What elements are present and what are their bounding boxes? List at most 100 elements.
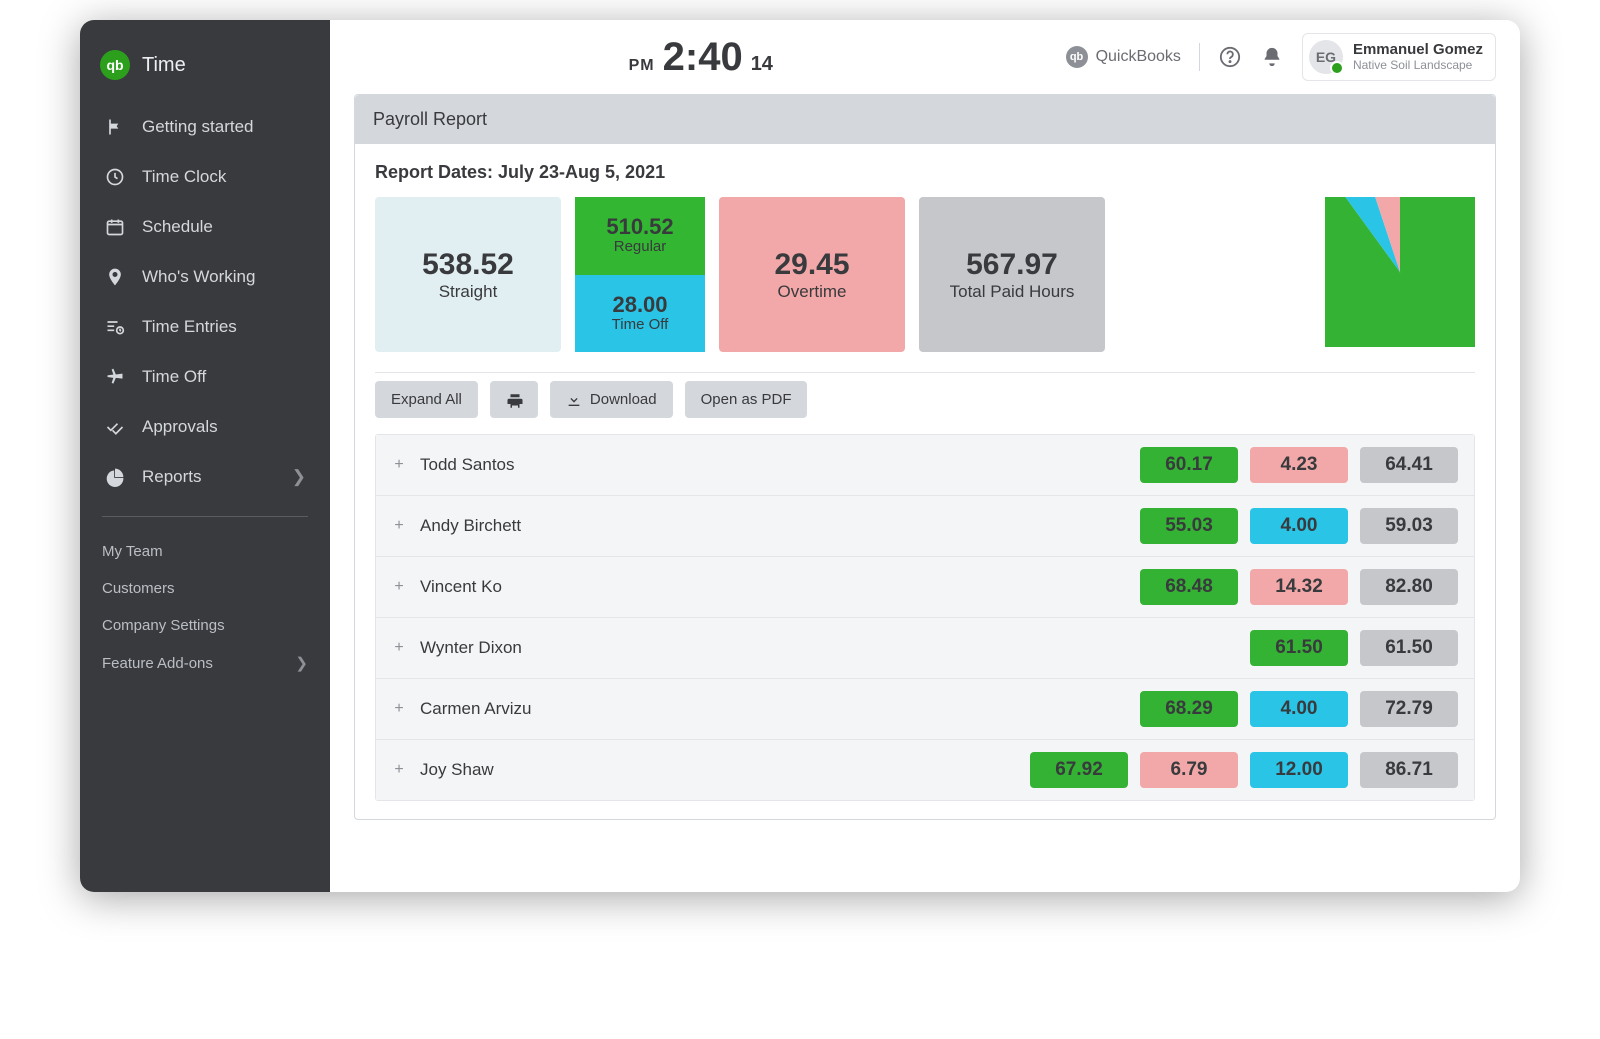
row-name: Joy Shaw xyxy=(420,760,494,780)
summary-pie xyxy=(1325,197,1475,352)
cell-regular: 68.29 xyxy=(1140,691,1238,727)
sidebar-sub-feature-add-ons[interactable]: Feature Add-ons❯ xyxy=(80,644,330,682)
sidebar-item-getting-started[interactable]: Getting started xyxy=(88,104,322,150)
clock-hhmm: 2:40 xyxy=(663,35,743,80)
timeoff-value: 28.00 xyxy=(612,294,667,316)
summary-row: 538.52 Straight 510.52 Regular 28.00 xyxy=(375,197,1475,352)
pie-icon xyxy=(104,466,126,488)
cell-timeoff: 12.00 xyxy=(1250,752,1348,788)
tile-timeoff: 28.00 Time Off xyxy=(575,275,705,353)
tile-total: 567.97 Total Paid Hours xyxy=(919,197,1105,352)
table-row: +Andy Birchett55.034.0059.03 xyxy=(376,495,1474,556)
row-name: Andy Birchett xyxy=(420,516,521,536)
topbar: PM 2:40 14 qb QuickBooks EG Emmanuel Gom… xyxy=(330,20,1520,94)
expand-row-icon[interactable]: + xyxy=(392,578,406,596)
sidebar-item-label: Time Off xyxy=(142,367,206,387)
user-chip[interactable]: EG Emmanuel Gomez Native Soil Landscape xyxy=(1302,33,1496,81)
brand-name: Time xyxy=(142,54,186,77)
content: Payroll Report Report Dates: July 23-Aug… xyxy=(330,94,1520,844)
sidebar-sub-company-settings[interactable]: Company Settings xyxy=(80,607,330,644)
tile-regular-timeoff: 510.52 Regular 28.00 Time Off xyxy=(575,197,705,352)
sidebar-item-time-clock[interactable]: Time Clock xyxy=(88,154,322,200)
pie-chart xyxy=(1325,197,1475,347)
regular-label: Regular xyxy=(614,238,667,255)
cell-total: 86.71 xyxy=(1360,752,1458,788)
notifications-icon[interactable] xyxy=(1260,45,1284,69)
table-row: +Joy Shaw67.926.7912.0086.71 xyxy=(376,739,1474,800)
sidebar-item-reports[interactable]: Reports❯ xyxy=(88,454,322,500)
row-cells: 68.4814.3282.80 xyxy=(1140,569,1458,605)
sidebar-item-label: Time Entries xyxy=(142,317,237,337)
avatar: EG xyxy=(1309,40,1343,74)
presence-dot xyxy=(1330,61,1344,75)
cell-timeoff: 4.00 xyxy=(1250,691,1348,727)
row-cells: 55.034.0059.03 xyxy=(1140,508,1458,544)
topbar-divider xyxy=(1199,43,1200,71)
checks-icon xyxy=(104,416,126,438)
cell-overtime: 4.23 xyxy=(1250,447,1348,483)
sidebar-item-approvals[interactable]: Approvals xyxy=(88,404,322,450)
sidebar-item-time-off[interactable]: Time Off xyxy=(88,354,322,400)
tile-overtime: 29.45 Overtime xyxy=(719,197,905,352)
quickbooks-link[interactable]: qb QuickBooks xyxy=(1066,46,1181,68)
cell-regular: 60.17 xyxy=(1140,447,1238,483)
cell-timeoff: 4.00 xyxy=(1250,508,1348,544)
table-row: +Todd Santos60.174.2364.41 xyxy=(376,435,1474,495)
row-cells: 61.5061.50 xyxy=(1250,630,1458,666)
list-clock-icon xyxy=(104,316,126,338)
report-toolbar: Expand All Download Open as PDF xyxy=(375,381,1475,418)
tile-regular: 510.52 Regular xyxy=(575,197,705,275)
sidebar-sub-label: Customers xyxy=(102,580,175,597)
expand-row-icon[interactable]: + xyxy=(392,761,406,779)
row-cells: 68.29 4.00 72.79 xyxy=(1140,691,1458,727)
clock-seconds: 14 xyxy=(751,53,773,76)
cell-regular: 68.48 xyxy=(1140,569,1238,605)
sidebar-sub-customers[interactable]: Customers xyxy=(80,570,330,607)
expand-row-icon[interactable]: + xyxy=(392,517,406,535)
expand-row-icon[interactable]: + xyxy=(392,639,406,657)
nav-secondary: My Team Customers Company Settings Feature … xyxy=(80,533,330,682)
divider xyxy=(375,372,1475,373)
sidebar-item-who-s-working[interactable]: Who's Working xyxy=(88,254,322,300)
sidebar-item-schedule[interactable]: Schedule xyxy=(88,204,322,250)
expand-row-icon[interactable]: + xyxy=(392,700,406,718)
sidebar-sub-label: Company Settings xyxy=(102,617,225,634)
help-icon[interactable] xyxy=(1218,45,1242,69)
brand: qb Time xyxy=(80,40,330,104)
sidebar-sub-my-team[interactable]: My Team xyxy=(80,533,330,570)
tile-straight: 538.52 Straight xyxy=(375,197,561,352)
row-name: Wynter Dixon xyxy=(420,638,522,658)
table-row: + Wynter Dixon 61.5061.50 xyxy=(376,617,1474,678)
calendar-icon xyxy=(104,216,126,238)
overtime-value: 29.45 xyxy=(774,248,849,282)
expand-all-button[interactable]: Expand All xyxy=(375,381,478,418)
main: PM 2:40 14 qb QuickBooks EG Emmanuel Gom… xyxy=(330,20,1520,892)
regular-value: 510.52 xyxy=(606,216,673,238)
timeoff-label: Time Off xyxy=(612,316,669,333)
cell-total: 61.50 xyxy=(1360,630,1458,666)
chevron-right-icon: ❯ xyxy=(295,654,308,672)
report-dates: Report Dates: July 23-Aug 5, 2021 xyxy=(375,162,1475,183)
print-button[interactable] xyxy=(490,381,538,418)
open-pdf-button[interactable]: Open as PDF xyxy=(685,381,808,418)
user-org: Native Soil Landscape xyxy=(1353,59,1483,73)
sidebar-item-time-entries[interactable]: Time Entries xyxy=(88,304,322,350)
download-button[interactable]: Download xyxy=(550,381,673,418)
quickbooks-icon: qb xyxy=(1066,46,1088,68)
total-value: 567.97 xyxy=(966,248,1058,282)
nav-main: Getting startedTime Clock Schedule Who's W… xyxy=(80,104,330,500)
user-meta: Emmanuel Gomez Native Soil Landscape xyxy=(1353,41,1483,72)
row-cells: 67.926.7912.0086.71 xyxy=(1030,752,1458,788)
summary-tiles: 538.52 Straight 510.52 Regular 28.00 xyxy=(375,197,1105,352)
table-row: +Vincent Ko68.4814.3282.80 xyxy=(376,556,1474,617)
plane-icon xyxy=(104,366,126,388)
expand-row-icon[interactable]: + xyxy=(392,456,406,474)
cell-total: 72.79 xyxy=(1360,691,1458,727)
cell-overtime: 14.32 xyxy=(1250,569,1348,605)
cell-regular: 55.03 xyxy=(1140,508,1238,544)
sidebar-item-label: Schedule xyxy=(142,217,213,237)
print-icon xyxy=(506,392,522,408)
clock-ampm: PM xyxy=(629,57,655,75)
total-label: Total Paid Hours xyxy=(950,282,1075,302)
app-frame: qb Time Getting startedTime Clock Schedul… xyxy=(80,20,1520,892)
